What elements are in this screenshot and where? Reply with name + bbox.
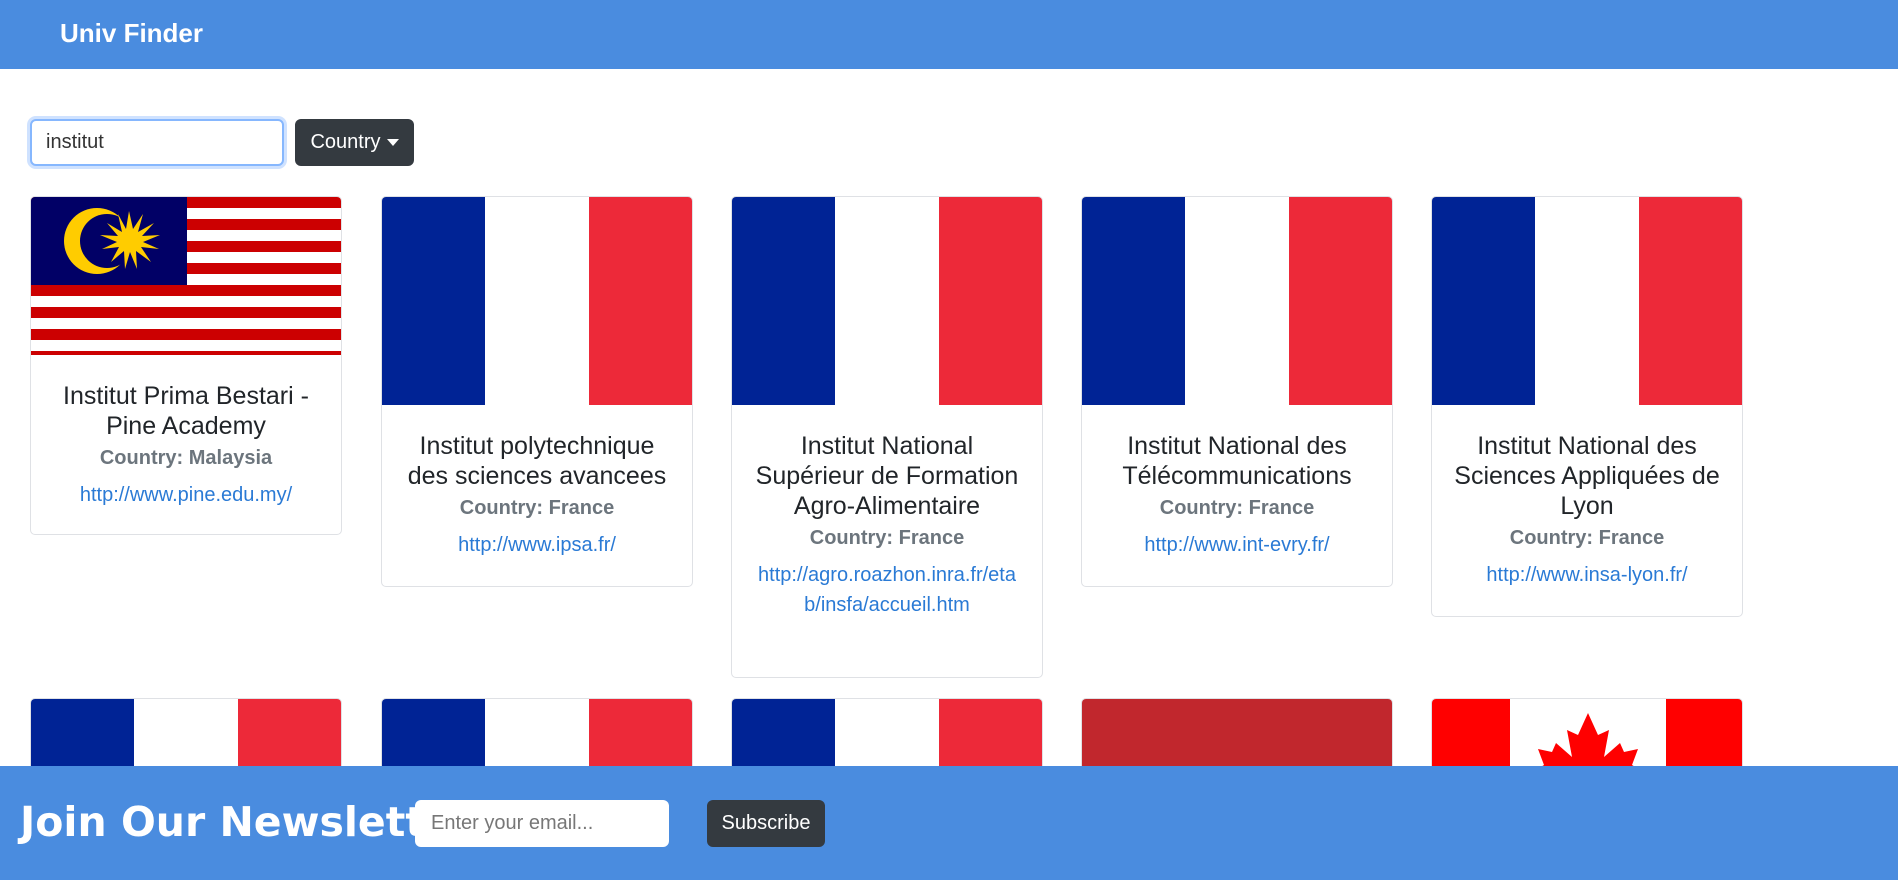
university-name: Institut National des Télécommunications — [1122, 432, 1352, 490]
newsletter-footer: Join Our Newsletter Subscribe — [0, 766, 1898, 880]
university-card: Institut National Supérieur de Formation… — [731, 196, 1043, 678]
university-country: Country: France — [1509, 527, 1665, 549]
navbar: Univ Finder — [0, 0, 1898, 69]
country-dropdown-button[interactable]: Country — [295, 119, 414, 166]
search-input[interactable] — [30, 119, 284, 166]
france-flag — [1082, 197, 1392, 405]
email-field[interactable] — [415, 800, 669, 847]
card-body: Institut Prima Bestari - Pine Academy Co… — [31, 355, 341, 510]
france-flag — [1432, 197, 1742, 405]
university-country: Country: France — [1159, 497, 1315, 519]
university-card: Institut National des Télécommunications… — [1081, 196, 1393, 587]
university-link[interactable]: http://agro.roazhon.inra.fr/etab/insfa/a… — [754, 560, 1020, 620]
newsletter-title: Join Our Newsletter — [20, 798, 473, 846]
university-link[interactable]: http://www.insa-lyon.fr/ — [1454, 560, 1720, 590]
card-body: Institut National des Sciences Appliquée… — [1432, 405, 1742, 590]
university-card: Institut polytechnique des sciences avan… — [381, 196, 693, 587]
university-name: Institut National Supérieur de Formation… — [755, 432, 1019, 520]
card-body: Institut polytechnique des sciences avan… — [382, 405, 692, 560]
university-link[interactable]: http://www.int-evry.fr/ — [1104, 530, 1370, 560]
caret-down-icon — [386, 139, 399, 146]
card-body: Institut National Supérieur de Formation… — [732, 405, 1042, 620]
university-link[interactable]: http://www.ipsa.fr/ — [404, 530, 670, 560]
university-card: Institut Prima Bestari - Pine Academy Co… — [30, 196, 342, 535]
university-country: Country: France — [459, 497, 615, 519]
france-flag — [732, 197, 1042, 405]
subscribe-button[interactable]: Subscribe — [707, 800, 825, 847]
university-country: Country: Malaysia — [99, 447, 273, 469]
brand-logo[interactable]: Univ Finder — [60, 18, 203, 49]
university-link[interactable]: http://www.pine.edu.my/ — [53, 480, 319, 510]
country-dropdown-label: Country — [310, 131, 381, 153]
malaysia-flag — [31, 197, 341, 355]
university-name: Institut National des Sciences Appliquée… — [1454, 432, 1720, 520]
card-body: Institut National des Télécommunications… — [1082, 405, 1392, 560]
university-country: Country: France — [809, 527, 965, 549]
university-card: Institut National des Sciences Appliquée… — [1431, 196, 1743, 617]
university-name: Institut Prima Bestari - Pine Academy — [63, 382, 309, 440]
france-flag — [382, 197, 692, 405]
university-name: Institut polytechnique des sciences avan… — [407, 432, 667, 490]
